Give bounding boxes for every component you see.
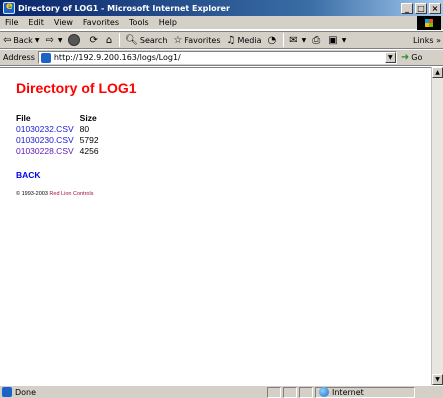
refresh-button[interactable]: ⟳: [86, 35, 102, 46]
size-column-header: Size: [79, 112, 97, 123]
internet-globe-icon: [319, 387, 329, 397]
scroll-down-icon[interactable]: ▼: [432, 374, 443, 385]
links-button[interactable]: Links »: [413, 36, 441, 45]
toolbar-separator: [119, 33, 121, 47]
security-zone: Internet: [315, 386, 415, 398]
page-title: Directory of LOG1: [16, 80, 137, 96]
history-icon: ◔: [267, 34, 277, 46]
zone-label: Internet: [332, 387, 364, 397]
address-field[interactable]: ▼: [37, 51, 397, 64]
address-label: Address: [3, 53, 35, 62]
back-button[interactable]: ⇦ Back ▼: [0, 35, 42, 46]
stop-button[interactable]: [65, 34, 86, 46]
search-icon: 🔍︎: [125, 34, 138, 46]
file-size: 80: [79, 123, 90, 134]
menu-file[interactable]: File: [0, 18, 23, 27]
copyright-text: © 1993-2003: [16, 191, 48, 197]
company-link[interactable]: Red Lion Controls: [49, 191, 93, 197]
file-size: 4256: [79, 145, 99, 156]
mail-button[interactable]: ✉ ▼: [286, 35, 309, 46]
back-label: Back: [13, 35, 33, 45]
file-table: File Size 01030232.CSV 80 01030230.CSV 5…: [16, 112, 103, 156]
windows-logo-icon: [417, 16, 441, 30]
vertical-scrollbar[interactable]: ▲ ▼: [431, 67, 443, 385]
menu-favorites[interactable]: Favorites: [78, 18, 124, 27]
refresh-icon: ⟳: [89, 34, 98, 46]
page-icon: [40, 52, 51, 63]
home-icon: ⌂: [105, 34, 113, 46]
media-label: Media: [237, 35, 262, 45]
favorites-label: Favorites: [184, 35, 221, 45]
edit-icon: ▣: [328, 34, 338, 46]
back-arrow-icon: ⇦: [3, 34, 12, 46]
forward-dropdown-icon[interactable]: ▼: [58, 37, 63, 44]
file-column-header: File: [16, 112, 31, 123]
page-done-icon: [2, 387, 12, 397]
menu-help[interactable]: Help: [154, 18, 182, 27]
back-dropdown-icon[interactable]: ▼: [35, 37, 40, 44]
table-row: 01030230.CSV 5792: [16, 134, 103, 145]
file-link[interactable]: 01030228.CSV: [16, 146, 74, 156]
go-arrow-icon: ➜: [400, 52, 410, 63]
status-pane: [299, 386, 313, 398]
go-button[interactable]: ➜ Go: [401, 52, 422, 63]
file-link[interactable]: 01030232.CSV: [16, 124, 74, 134]
media-button[interactable]: ♫ Media: [224, 35, 265, 46]
edit-dropdown-icon[interactable]: ▼: [342, 37, 347, 44]
status-pane: [267, 386, 281, 398]
title-bar: Directory of LOG1 - Microsoft Internet E…: [0, 0, 443, 16]
media-icon: ♫: [226, 34, 236, 46]
ie-icon: [3, 1, 15, 14]
status-bar: Done Internet: [0, 385, 443, 398]
copyright: © 1993-2003 Red Lion Controls: [16, 191, 93, 197]
table-header-row: File Size: [16, 112, 103, 123]
minimize-button[interactable]: _: [401, 2, 413, 14]
print-button[interactable]: ⎙: [309, 35, 325, 46]
close-button[interactable]: ×: [429, 2, 441, 14]
address-bar: Address ▼ ➜ Go: [0, 50, 443, 66]
search-button[interactable]: 🔍︎ Search: [122, 35, 170, 46]
forward-button[interactable]: ⇨ ▼: [42, 35, 65, 46]
status-text: Done: [15, 387, 37, 397]
home-button[interactable]: ⌂: [103, 35, 117, 46]
table-row: 01030228.CSV 4256: [16, 145, 103, 156]
edit-button[interactable]: ▣ ▼: [325, 35, 349, 46]
forward-arrow-icon: ⇨: [45, 34, 54, 46]
toolbar-separator: [283, 33, 285, 47]
favorites-icon: ☆: [173, 34, 183, 46]
maximize-button[interactable]: □: [415, 2, 427, 14]
status-pane: [283, 386, 297, 398]
menu-tools[interactable]: Tools: [124, 18, 154, 27]
address-dropdown-icon[interactable]: ▼: [384, 52, 396, 63]
page-content: Directory of LOG1 File Size 01030232.CSV…: [0, 67, 431, 385]
toolbar: ⇦ Back ▼ ⇨ ▼ ⟳ ⌂ 🔍︎ Search ☆ Favorites ♫…: [0, 31, 443, 49]
search-label: Search: [139, 35, 168, 45]
back-link[interactable]: BACK: [16, 170, 41, 180]
menu-view[interactable]: View: [49, 18, 78, 27]
scroll-up-icon[interactable]: ▲: [432, 67, 443, 78]
table-row: 01030232.CSV 80: [16, 123, 103, 134]
menu-bar: File Edit View Favorites Tools Help: [0, 16, 443, 30]
stop-icon: [68, 34, 81, 46]
window-title: Directory of LOG1 - Microsoft Internet E…: [18, 3, 230, 13]
favorites-button[interactable]: ☆ Favorites: [170, 35, 223, 46]
print-icon: ⎙: [312, 34, 321, 46]
mail-dropdown-icon[interactable]: ▼: [302, 37, 307, 44]
mail-icon: ✉: [289, 34, 298, 46]
menu-edit[interactable]: Edit: [23, 18, 49, 27]
address-input[interactable]: [53, 53, 374, 62]
file-link[interactable]: 01030230.CSV: [16, 135, 74, 145]
go-label: Go: [411, 53, 423, 62]
history-button[interactable]: ◔: [265, 35, 282, 46]
file-size: 5792: [79, 134, 99, 145]
